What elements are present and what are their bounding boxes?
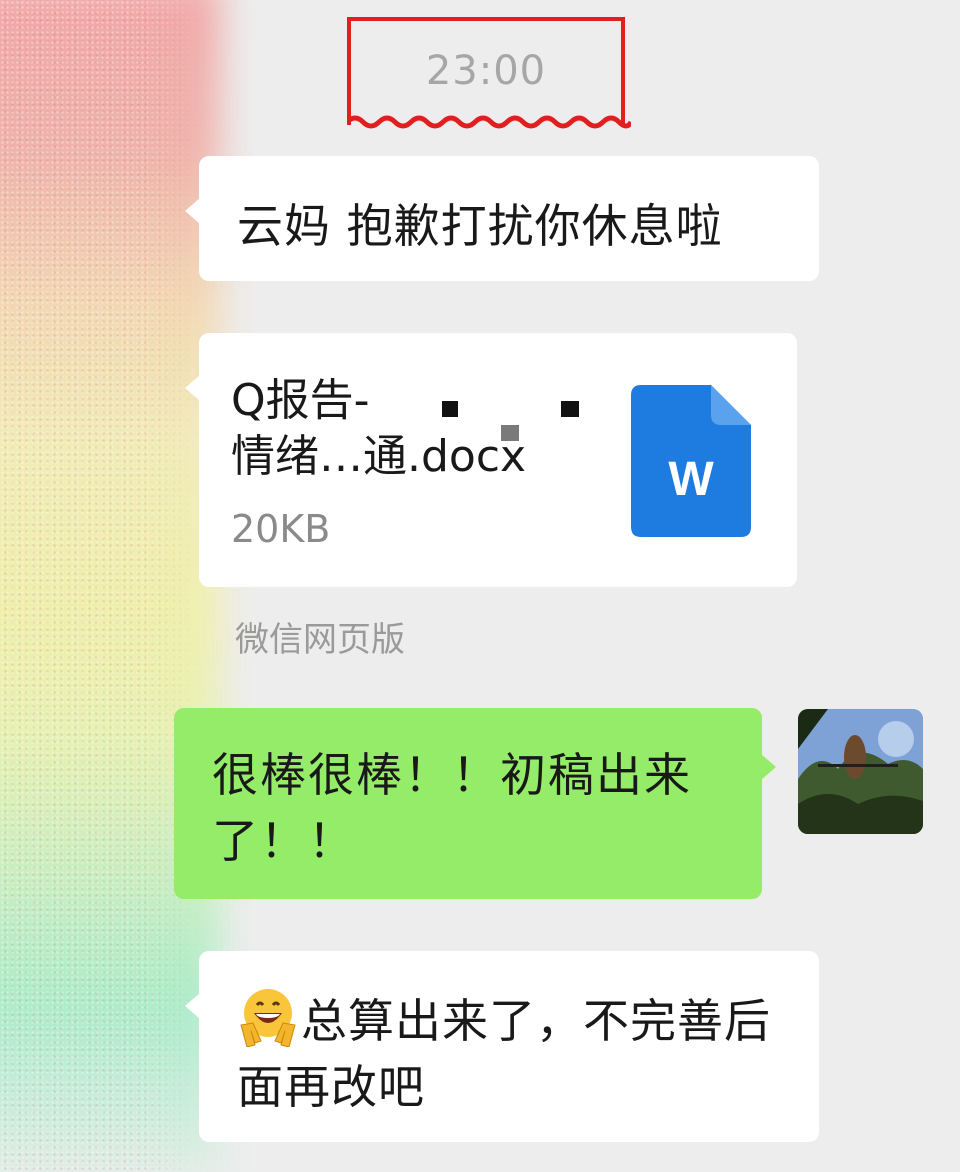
file-message-bubble[interactable]: Q报告- 情绪…通.docx 20KB W [185, 333, 797, 587]
message-text: 总算出来了，不完善后面再改吧 [237, 994, 771, 1114]
highlight-wavy-underline [347, 115, 631, 129]
incoming-message-bubble[interactable]: 云妈 抱歉打扰你休息啦 [185, 156, 819, 281]
message-source-label: 微信网页版 [235, 620, 405, 660]
svg-text:W: W [668, 453, 714, 506]
file-name: Q报告- 情绪…通.docx [231, 375, 527, 482]
painted-over-texture [0, 0, 200, 1172]
avatar[interactable] [798, 709, 923, 834]
time-divider: 23:00 [425, 48, 547, 94]
grinning-victory-emoji [240, 989, 296, 1047]
message-text: 很棒很棒！！初稿出来了！！ [212, 748, 692, 868]
file-size: 20KB [231, 507, 331, 551]
avatar-photo [798, 709, 923, 834]
redaction-block [501, 425, 519, 441]
message-text: 云妈 抱歉打扰你休息啦 [237, 199, 723, 253]
chat-screen: 23:00 云妈 抱歉打扰你休息啦 Q报告- 情绪…通.docx 20KB W … [0, 0, 960, 1172]
word-document-icon: W [631, 385, 751, 537]
incoming-message-bubble[interactable]: 总算出来了，不完善后面再改吧 [185, 951, 819, 1142]
redaction-block [442, 401, 458, 417]
redaction-block [561, 401, 579, 417]
outgoing-message-bubble[interactable]: 很棒很棒！！初稿出来了！！ [174, 708, 776, 899]
